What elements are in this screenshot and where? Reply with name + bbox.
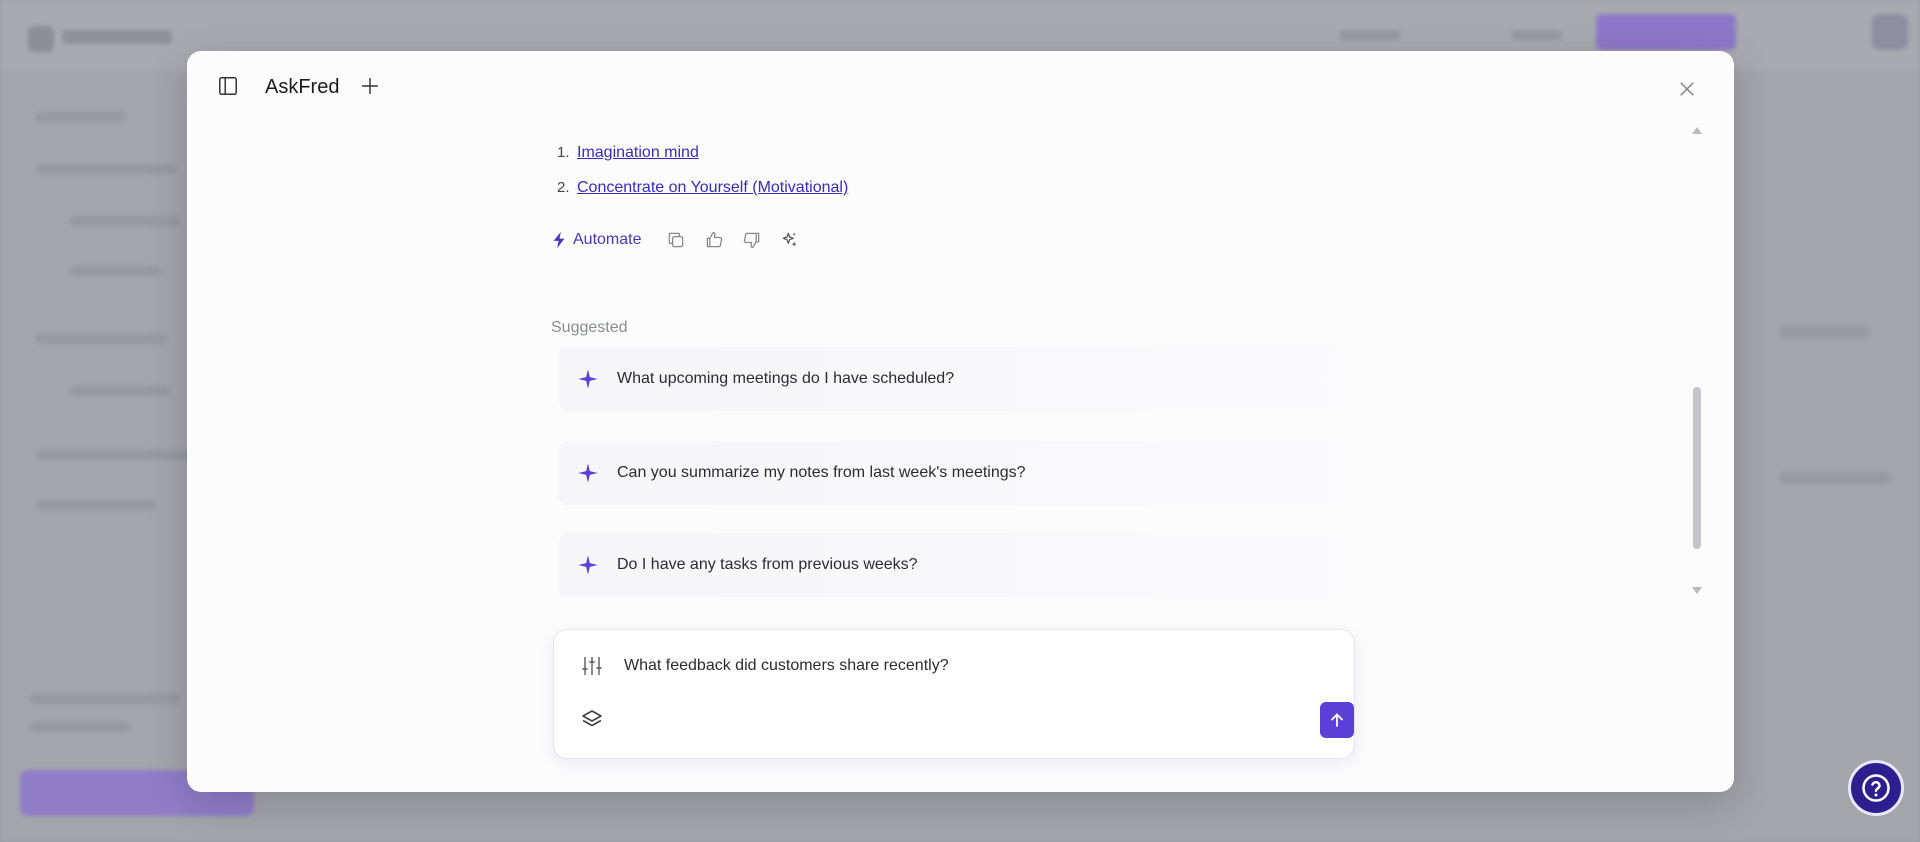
scroll-up-arrow[interactable] — [1692, 127, 1702, 134]
suggestion-item[interactable]: Can you summarize my notes from last wee… — [559, 441, 1369, 505]
background-avatar — [1872, 14, 1908, 50]
background-sidebar-line — [36, 112, 126, 122]
background-sidebar-line — [36, 500, 156, 510]
background-sidebar-line — [70, 216, 180, 226]
response-actions: Automate — [551, 225, 801, 255]
plus-icon[interactable] — [359, 75, 381, 97]
lightning-icon — [553, 231, 565, 249]
help-icon — [1862, 774, 1890, 802]
list-item-number: 2. — [557, 179, 570, 196]
scroll-down-arrow[interactable] — [1692, 587, 1702, 594]
background-sidebar-line — [30, 722, 130, 732]
sidebar-toggle-icon[interactable] — [217, 75, 239, 97]
arrow-up-icon — [1331, 713, 1343, 727]
list-item-number: 1. — [557, 144, 570, 161]
askfred-modal: AskFred 1. Imagination mind 2. Concentra… — [187, 51, 1734, 792]
thumbs-down-icon[interactable] — [741, 229, 763, 251]
suggestion-item[interactable]: What upcoming meetings do I have schedul… — [559, 347, 1369, 411]
sparkle-icon — [578, 369, 598, 389]
close-icon[interactable] — [1677, 79, 1697, 99]
scrollbar-thumb[interactable] — [1693, 387, 1701, 549]
automate-label: Automate — [573, 231, 642, 248]
list-item: 2. Concentrate on Yourself (Motivational… — [551, 170, 1531, 205]
suggested-label: Suggested — [551, 319, 628, 336]
background-sidebar-line — [36, 334, 166, 344]
message-composer — [553, 629, 1355, 759]
message-input[interactable] — [624, 648, 1324, 684]
sparkle-icon — [578, 463, 598, 483]
video-link[interactable]: Concentrate on Yourself (Motivational) — [577, 179, 848, 197]
background-sidebar-line — [70, 386, 170, 396]
suggestion-item[interactable]: Do I have any tasks from previous weeks? — [559, 533, 1369, 597]
background-logo-text — [62, 30, 172, 44]
sparkle-icon — [578, 555, 598, 575]
thumbs-up-icon[interactable] — [703, 229, 725, 251]
send-button[interactable] — [1320, 702, 1354, 738]
background-sidebar-line — [70, 266, 160, 276]
copy-icon[interactable] — [665, 229, 687, 251]
video-link[interactable]: Imagination mind — [577, 144, 699, 162]
background-sidebar-line — [36, 450, 196, 460]
background-primary-button — [1596, 14, 1736, 50]
suggestion-text: Can you summarize my notes from last wee… — [617, 464, 1026, 481]
modal-header: AskFred — [187, 51, 1734, 121]
suggestion-text: Do I have any tasks from previous weeks? — [617, 556, 918, 573]
sparkle-icon[interactable] — [779, 229, 801, 251]
automate-button[interactable]: Automate — [551, 231, 641, 249]
sliders-icon[interactable] — [580, 654, 604, 678]
response-link-list: 1. Imagination mind 2. Concentrate on Yo… — [551, 135, 1531, 205]
suggestion-text: What upcoming meetings do I have schedul… — [617, 370, 955, 387]
background-topbar-link — [1512, 30, 1562, 40]
background-logo — [28, 26, 54, 52]
modal-title: AskFred — [265, 76, 340, 98]
background-right-line — [1780, 326, 1870, 338]
background-right-line — [1780, 472, 1890, 484]
list-item: 1. Imagination mind — [551, 135, 1531, 170]
response-content: 1. Imagination mind 2. Concentrate on Yo… — [551, 135, 1531, 205]
background-topbar-link — [1340, 30, 1400, 40]
help-button[interactable] — [1848, 760, 1904, 816]
layers-icon[interactable] — [580, 708, 604, 732]
background-sidebar-line — [36, 164, 176, 174]
background-sidebar-line — [30, 694, 180, 704]
